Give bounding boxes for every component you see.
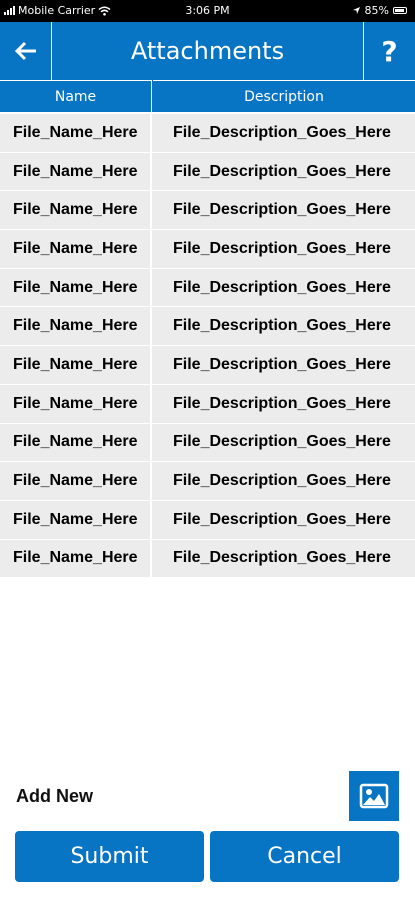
file-description-cell: File_Description_Goes_Here [173,355,391,373]
add-image-button[interactable] [349,771,399,821]
submit-button[interactable]: Submit [15,831,204,882]
file-name-cell: File_Name_Here [0,114,152,152]
table-row[interactable]: File_Name_Here File_Description_Goes_Here [0,539,415,579]
arrow-left-icon [14,41,36,61]
file-name-cell: File_Name_Here [0,191,152,230]
file-name-cell: File_Name_Here [0,230,152,268]
table-header: Name Description [0,80,415,112]
status-right: 85% [352,4,407,17]
table-row[interactable]: File_Name_Here File_Description_Goes_Here [0,462,415,501]
file-name-cell: File_Name_Here [0,152,152,191]
table-row[interactable]: File_Name_Here File_Description_Goes_Here [0,307,415,347]
location-icon [352,7,360,14]
file-name-cell: File_Name_Here [0,423,152,462]
file-name-cell: File_Name_Here [0,462,152,500]
table-row[interactable]: File_Name_Here File_Description_Goes_Here [0,268,415,308]
table-row[interactable]: File_Name_Here File_Description_Goes_Here [0,346,415,385]
file-description-cell: File_Description_Goes_Here [173,549,391,567]
file-name-cell: File_Name_Here [0,384,152,423]
file-description-cell: File_Description_Goes_Here [173,201,391,219]
file-description-cell: File_Description_Goes_Here [173,162,391,180]
help-button[interactable]: ? [363,22,415,80]
file-description-cell: File_Description_Goes_Here [173,239,391,257]
page-title: Attachments [130,37,285,65]
file-description-cell: File_Description_Goes_Here [173,278,391,296]
table-row[interactable]: File_Name_Here File_Description_Goes_Here [0,191,415,231]
file-name-cell: File_Name_Here [0,500,152,539]
table-row[interactable]: File_Name_Here File_Description_Goes_Here [0,384,415,424]
cancel-button[interactable]: Cancel [210,831,399,882]
table-row[interactable]: File_Name_Here File_Description_Goes_Here [0,114,415,153]
image-icon [359,783,389,809]
file-description-cell: File_Description_Goes_Here [173,510,391,528]
column-header-description[interactable]: Description [153,80,415,112]
table-row[interactable]: File_Name_Here File_Description_Goes_Here [0,500,415,540]
column-header-name[interactable]: Name [0,80,152,112]
table-row[interactable]: File_Name_Here File_Description_Goes_Here [0,230,415,269]
file-name-cell: File_Name_Here [0,268,152,307]
table-row[interactable]: File_Name_Here File_Description_Goes_Here [0,152,415,192]
battery-icon [393,7,407,14]
file-description-cell: File_Description_Goes_Here [173,433,391,451]
add-new-label: Add New [16,786,94,806]
file-description-cell: File_Description_Goes_Here [173,472,391,490]
attachments-table: File_Name_Here File_Description_Goes_Here… [0,114,415,579]
file-description-cell: File_Description_Goes_Here [173,317,391,335]
file-name-cell: File_Name_Here [0,346,152,384]
file-name-cell: File_Name_Here [0,307,152,346]
app-header: Attachments ? [0,22,415,80]
file-description-cell: File_Description_Goes_Here [173,394,391,412]
back-button[interactable] [0,22,52,80]
status-bar: Mobile Carrier 3:06 PM 85% [0,0,415,22]
file-description-cell: File_Description_Goes_Here [173,123,391,141]
table-row[interactable]: File_Name_Here File_Description_Goes_Here [0,423,415,463]
battery-percent: 85% [364,4,389,17]
file-name-cell: File_Name_Here [0,539,152,578]
